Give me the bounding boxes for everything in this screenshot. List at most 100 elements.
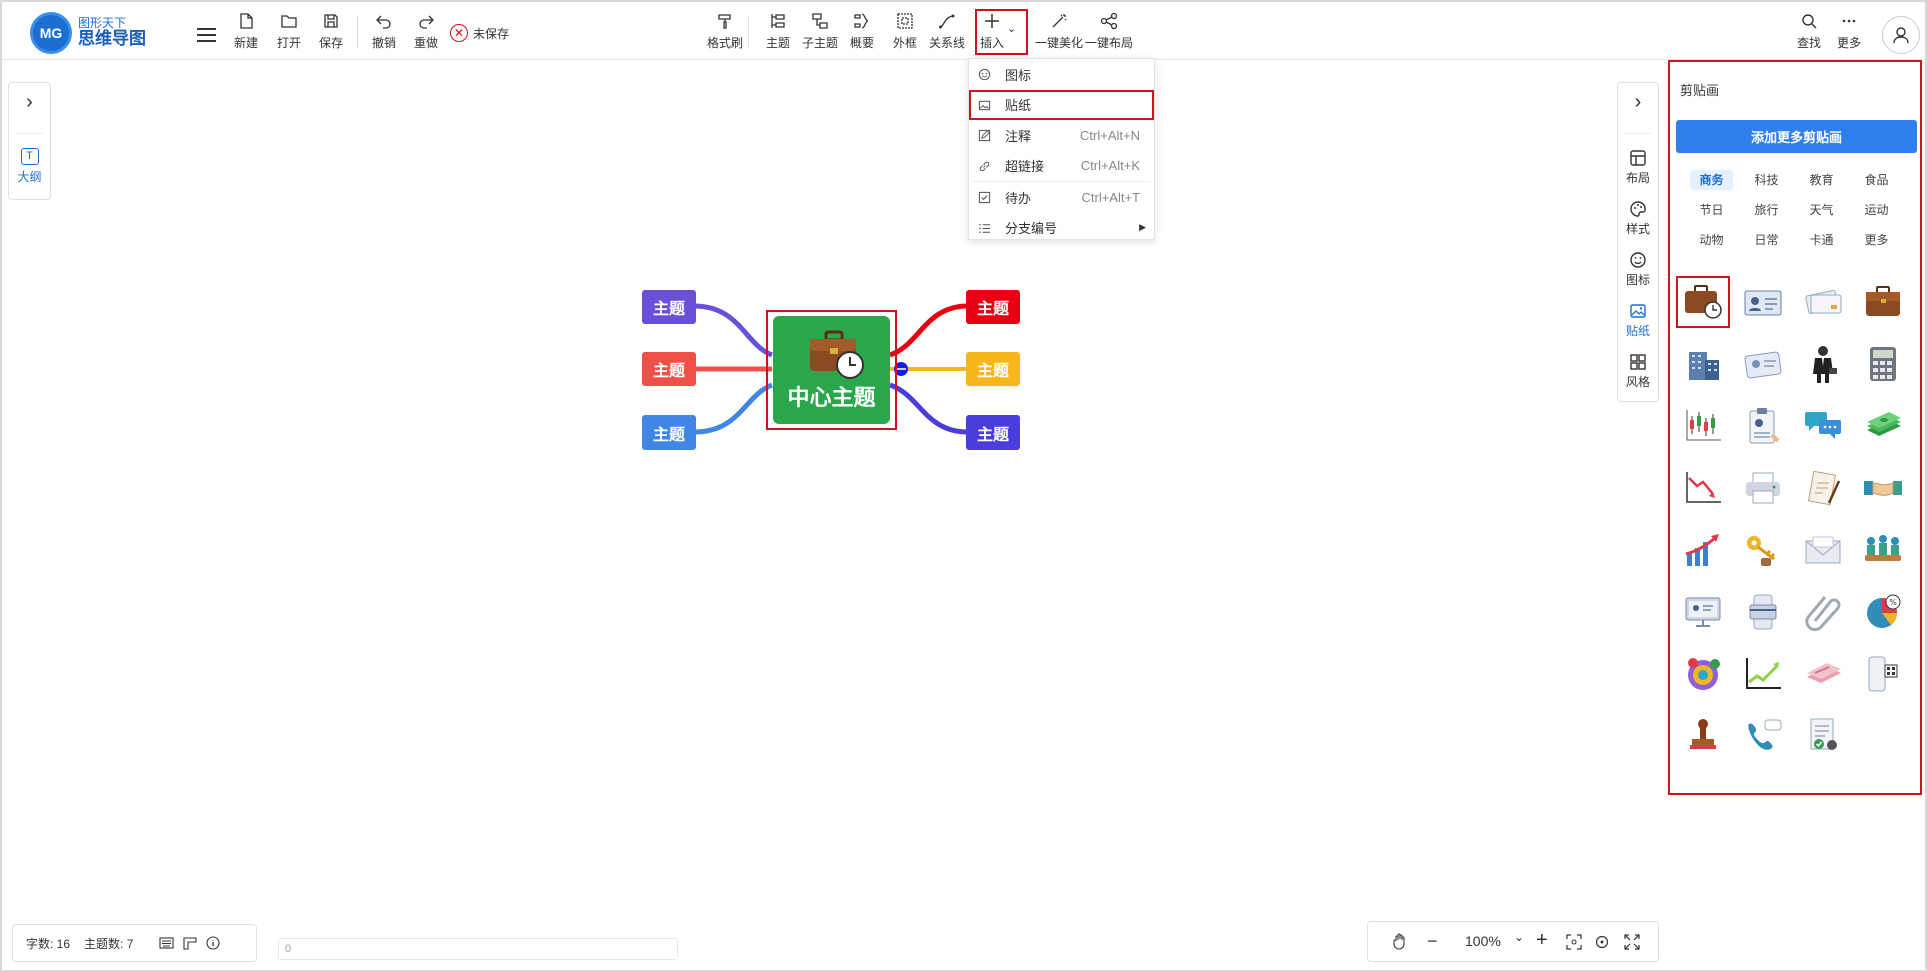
clipart-office-building[interactable]: [1676, 338, 1730, 390]
menu-icon[interactable]: [197, 28, 216, 46]
app-logo[interactable]: MG 图形天下 思维导图: [30, 12, 146, 54]
numbered-list-icon: [979, 223, 991, 233]
outline-button[interactable]: T 大纲: [9, 148, 50, 185]
zoom-dropdown-chevron-icon[interactable]: ⌄: [1514, 930, 1524, 944]
clipart-handshake[interactable]: [1856, 462, 1910, 514]
left-topic-1[interactable]: 主题: [642, 290, 696, 324]
info-icon[interactable]: [206, 936, 220, 950]
beautify-button[interactable]: 一键美化: [1035, 12, 1083, 51]
keyboard-icon[interactable]: [159, 936, 174, 950]
category-education[interactable]: 教育: [1794, 170, 1849, 190]
topic-button[interactable]: 主题: [766, 12, 790, 51]
fit-screen-icon[interactable]: [1566, 934, 1582, 950]
format-brush-button[interactable]: 格式刷: [707, 12, 743, 51]
clipart-pie-chart-percent[interactable]: %: [1856, 586, 1910, 638]
menu-item-branch-numbering[interactable]: 分支编号 ▶: [969, 213, 1154, 244]
hand-pan-icon[interactable]: [1393, 932, 1407, 950]
relation-button[interactable]: 关系线: [929, 12, 965, 51]
category-weather[interactable]: 天气: [1794, 200, 1849, 220]
clipart-line-graph[interactable]: [1736, 648, 1790, 700]
center-topic[interactable]: 中心主题: [773, 316, 890, 424]
category-food[interactable]: 食品: [1849, 170, 1904, 190]
tab-layout[interactable]: 布局: [1618, 149, 1658, 186]
subtopic-button[interactable]: 子主题: [802, 12, 838, 51]
clipart-payment-phone[interactable]: [1736, 586, 1790, 638]
open-button[interactable]: 打开: [277, 12, 301, 51]
category-business[interactable]: 商务: [1690, 170, 1733, 190]
category-holiday[interactable]: 节日: [1684, 200, 1739, 220]
find-button[interactable]: 查找: [1797, 12, 1821, 51]
add-more-clipart-button[interactable]: 添加更多剪贴画: [1676, 120, 1917, 153]
category-tech[interactable]: 科技: [1739, 170, 1794, 190]
clipart-envelope[interactable]: [1796, 524, 1850, 576]
tab-theme[interactable]: 风格: [1618, 353, 1658, 390]
status-input[interactable]: 0: [278, 938, 678, 960]
left-topic-2[interactable]: 主题: [642, 352, 696, 386]
clipart-business-cards[interactable]: [1796, 276, 1850, 328]
boundary-button[interactable]: 外框: [893, 12, 917, 51]
clipart-money-stack[interactable]: [1856, 400, 1910, 452]
collapse-right-chevron-icon[interactable]: ›: [1618, 91, 1658, 114]
zoom-out-icon[interactable]: −: [1427, 931, 1438, 952]
category-daily[interactable]: 日常: [1739, 230, 1794, 250]
clipart-approved-document[interactable]: [1796, 710, 1850, 762]
clipart-declining-chart[interactable]: [1676, 462, 1730, 514]
layout-toggle-icon[interactable]: [183, 936, 197, 950]
new-button[interactable]: 新建: [234, 12, 258, 51]
user-avatar[interactable]: [1882, 16, 1920, 54]
expand-left-chevron-icon[interactable]: ›: [9, 91, 50, 114]
category-travel[interactable]: 旅行: [1739, 200, 1794, 220]
menu-item-note[interactable]: 注释 Ctrl+Alt+N: [969, 120, 1154, 151]
clipart-briefcase-clock[interactable]: [1676, 276, 1730, 328]
clipart-id-badge[interactable]: [1736, 338, 1790, 390]
clipart-resume-clipboard[interactable]: [1736, 400, 1790, 452]
clipart-chat-bubbles[interactable]: [1796, 400, 1850, 452]
clipart-paperclip[interactable]: [1796, 586, 1850, 638]
clipart-mobile-qr[interactable]: [1856, 648, 1910, 700]
zoom-in-icon[interactable]: +: [1536, 929, 1548, 952]
clipart-team-meeting[interactable]: [1856, 524, 1910, 576]
menu-item-todo[interactable]: 待办 Ctrl+Alt+T: [969, 182, 1154, 213]
menu-item-icon[interactable]: 图标: [969, 59, 1154, 90]
right-topic-2[interactable]: 主题: [966, 352, 1020, 386]
category-animals[interactable]: 动物: [1684, 230, 1739, 250]
tab-icon[interactable]: 图标: [1618, 251, 1658, 288]
outline-label: 大纲: [17, 170, 42, 184]
clipart-target-coins[interactable]: [1676, 648, 1730, 700]
clipart-telephone[interactable]: [1736, 710, 1790, 762]
tab-style[interactable]: 样式: [1618, 200, 1658, 237]
category-more[interactable]: 更多: [1849, 230, 1904, 250]
clipart-presentation-screen[interactable]: [1676, 586, 1730, 638]
undo-button[interactable]: 撤销: [372, 12, 396, 51]
auto-layout-button[interactable]: 一键布局: [1085, 12, 1133, 51]
fullscreen-icon[interactable]: [1624, 934, 1640, 950]
category-sports[interactable]: 运动: [1849, 200, 1904, 220]
redo-button[interactable]: 重做: [414, 12, 438, 51]
clipart-contract-pen[interactable]: [1796, 462, 1850, 514]
clipart-printer[interactable]: [1736, 462, 1790, 514]
summary-button[interactable]: 概要: [850, 12, 874, 51]
save-button[interactable]: 保存: [319, 12, 343, 51]
clipart-businessman[interactable]: [1796, 338, 1850, 390]
center-topic-selection[interactable]: 中心主题: [766, 310, 897, 430]
clipart-keys[interactable]: [1736, 524, 1790, 576]
zoom-level[interactable]: 100%: [1465, 933, 1501, 949]
category-cartoon[interactable]: 卡通: [1794, 230, 1849, 250]
left-topic-3[interactable]: 主题: [642, 415, 696, 450]
clipart-cash-bundle[interactable]: [1796, 648, 1850, 700]
menu-item-hyperlink[interactable]: 超链接 Ctrl+Alt+K: [969, 151, 1154, 182]
tab-sticker[interactable]: 贴纸: [1618, 302, 1658, 339]
clipart-briefcase[interactable]: [1856, 276, 1910, 328]
right-tabs-panel: › 布局 样式 图标 贴纸 风格: [1617, 82, 1659, 402]
clipart-calculator[interactable]: [1856, 338, 1910, 390]
clipart-candlestick-chart[interactable]: [1676, 400, 1730, 452]
clipart-stamp[interactable]: [1676, 710, 1730, 762]
center-locate-icon[interactable]: [1594, 934, 1610, 950]
clipart-growth-arrow[interactable]: [1676, 524, 1730, 576]
clipart-id-card[interactable]: [1736, 276, 1790, 328]
menu-item-sticker[interactable]: 贴纸: [969, 89, 1154, 120]
more-button[interactable]: 更多: [1837, 12, 1861, 51]
right-topic-3[interactable]: 主题: [966, 415, 1020, 450]
right-topic-1[interactable]: 主题: [966, 290, 1020, 324]
image-icon: [978, 100, 991, 110]
